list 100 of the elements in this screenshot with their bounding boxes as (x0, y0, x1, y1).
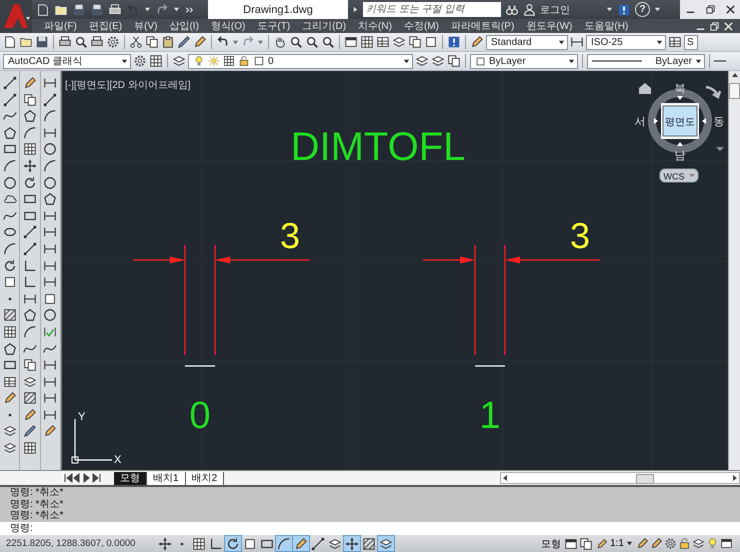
compass-label[interactable]: 남 (674, 150, 686, 162)
polygon-icon[interactable] (22, 109, 37, 124)
grid-icon[interactable] (22, 441, 37, 456)
workspace-dropdown[interactable]: AutoCAD 클래식 (3, 54, 131, 68)
layers-icon[interactable] (172, 54, 186, 68)
table-icon[interactable] (376, 35, 390, 49)
annotation-scale-button[interactable]: 1:1 (594, 536, 635, 551)
layers-icon[interactable] (415, 54, 429, 68)
layer-dropdown[interactable]: 0 (188, 54, 413, 68)
menu-item[interactable]: 도움말(H) (572, 19, 628, 33)
corner-icon[interactable] (22, 258, 37, 273)
status-toggle[interactable] (157, 536, 173, 551)
arc-icon[interactable] (22, 324, 37, 339)
copy-icon[interactable] (145, 35, 159, 49)
search-field[interactable]: 키워드 또는 구절 입력 (363, 2, 501, 17)
dimension-style-dropdown[interactable]: ISO-25 (586, 34, 666, 50)
dimension-icon[interactable] (43, 358, 58, 372)
dimension-icon[interactable] (43, 374, 58, 389)
rotate-icon[interactable] (2, 258, 17, 273)
pencil-icon[interactable] (193, 35, 207, 49)
square-icon[interactable] (43, 292, 58, 306)
dimension-icon[interactable] (43, 258, 58, 273)
layers-icon[interactable] (22, 374, 37, 389)
window-icon[interactable] (564, 536, 578, 550)
dimension-icon[interactable] (43, 225, 58, 240)
layout-tab[interactable]: 모형 (114, 472, 147, 484)
circle-icon[interactable] (43, 176, 58, 190)
circle-icon[interactable] (2, 176, 17, 190)
status-toggle[interactable] (208, 536, 224, 551)
arc-icon[interactable] (22, 126, 37, 140)
color-dropdown[interactable]: ByLayer (470, 54, 578, 68)
layers-icon[interactable] (692, 537, 705, 550)
table-style-dropdown[interactable]: S (684, 34, 698, 50)
linetype-dropdown[interactable]: ByLayer (587, 54, 705, 68)
layout-tab[interactable]: 배치2 (186, 472, 224, 484)
viewport-label[interactable]: [-][평면도][2D 와이어프레임] (65, 80, 191, 91)
circle-icon[interactable] (43, 142, 58, 156)
page-icon[interactable] (3, 35, 17, 49)
dimension-icon[interactable] (43, 126, 58, 140)
compass-label[interactable]: 서 (634, 116, 646, 128)
copy-icon[interactable] (408, 35, 422, 49)
lock-icon[interactable] (678, 537, 691, 550)
arc-icon[interactable] (43, 158, 58, 173)
brush-icon[interactable] (22, 424, 37, 438)
menu-item[interactable]: 뷰(V) (122, 19, 158, 33)
status-toggle[interactable] (310, 536, 326, 551)
pencil-icon[interactable] (650, 537, 663, 550)
dimension-icon[interactable] (43, 208, 58, 223)
login-link[interactable]: 로그인 (540, 2, 570, 16)
status-toggle[interactable] (293, 536, 309, 551)
binoculars-icon[interactable] (505, 2, 519, 16)
layers-icon[interactable] (2, 424, 17, 438)
close-icon[interactable] (724, 4, 736, 15)
polygon-icon[interactable] (43, 192, 58, 206)
grid-icon[interactable] (149, 54, 163, 68)
status-toggle[interactable] (242, 536, 258, 551)
pencil-icon[interactable] (43, 424, 58, 438)
gear-icon[interactable] (133, 54, 147, 68)
square-icon[interactable] (2, 275, 17, 290)
grid-icon[interactable] (2, 324, 17, 339)
window-icon[interactable] (344, 35, 358, 49)
hand-icon[interactable] (273, 35, 287, 49)
printer-icon[interactable] (90, 35, 104, 49)
window-icon[interactable] (720, 537, 733, 550)
layout-tab[interactable]: 배치1 (147, 472, 186, 484)
text-style-dropdown[interactable]: Standard (486, 34, 568, 50)
ucs-button[interactable]: WCS (660, 168, 698, 182)
info-icon[interactable] (617, 2, 631, 16)
status-toggle[interactable] (378, 536, 394, 551)
scrollbar-thumb[interactable] (636, 474, 654, 484)
pencil-icon[interactable] (2, 391, 17, 406)
hatch-icon[interactable] (22, 391, 37, 406)
copy-icon[interactable] (447, 54, 461, 68)
printer-icon[interactable] (108, 2, 122, 16)
magnifier-icon[interactable] (74, 35, 88, 49)
pencil-icon[interactable] (636, 537, 649, 550)
printer-icon[interactable] (58, 35, 72, 49)
dimension-icon[interactable] (22, 292, 37, 306)
hatch-icon[interactable] (2, 308, 17, 322)
polygon-icon[interactable] (2, 342, 17, 356)
compass-label[interactable]: 북 (674, 83, 686, 95)
gear-icon[interactable] (106, 35, 120, 49)
horizontal-scrollbar[interactable] (500, 472, 740, 484)
arc-icon[interactable] (43, 109, 58, 124)
layers-icon[interactable] (2, 441, 17, 456)
menu-item[interactable]: 파일(F) (32, 19, 77, 33)
copy-icon[interactable] (22, 92, 37, 107)
status-toggle[interactable] (191, 536, 207, 551)
menu-item[interactable]: 그리기(D) (290, 19, 346, 33)
view-cube[interactable] (661, 103, 699, 139)
square-icon[interactable] (424, 35, 438, 49)
brush-icon[interactable] (177, 35, 191, 49)
dimension-icon[interactable] (570, 35, 584, 49)
status-toggle[interactable] (276, 536, 292, 551)
status-toggle[interactable] (361, 536, 377, 551)
circle-icon[interactable] (43, 308, 58, 322)
menu-item[interactable]: 형식(O) (198, 19, 246, 33)
tick-icon[interactable] (43, 324, 58, 339)
dimension-icon[interactable] (43, 391, 58, 406)
line-icon[interactable] (22, 242, 37, 256)
